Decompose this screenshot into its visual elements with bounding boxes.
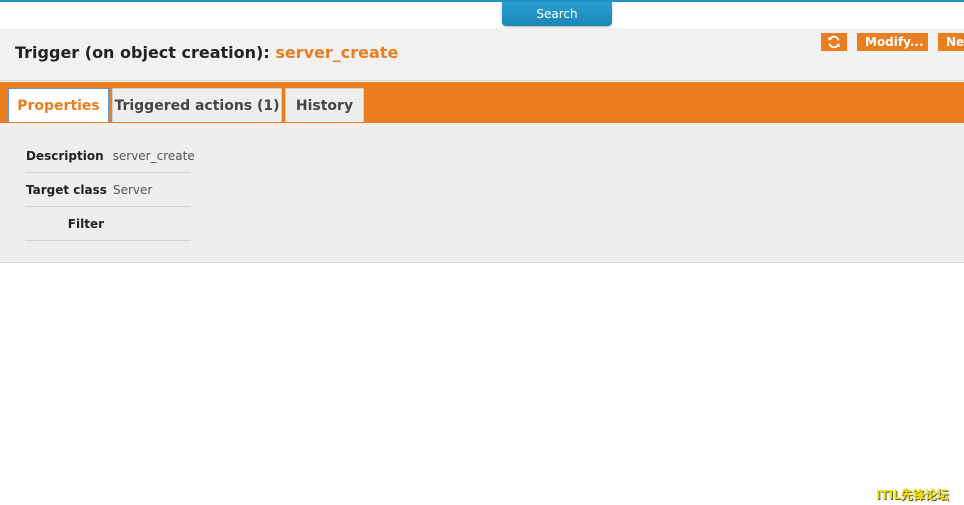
- property-row-filter: Filter: [26, 207, 190, 241]
- search-tab[interactable]: Search: [502, 2, 612, 26]
- property-value: Server: [113, 182, 153, 197]
- property-value: server_create: [112, 148, 195, 163]
- details-panel: Properties Triggered actions (1) History…: [0, 82, 964, 263]
- tab-properties[interactable]: Properties: [8, 88, 109, 122]
- property-row-description: Description server_create: [26, 139, 195, 173]
- properties-list: Description server_create Target class S…: [26, 139, 195, 241]
- new-button[interactable]: Ne: [938, 33, 964, 51]
- tab-triggered-actions[interactable]: Triggered actions (1): [112, 88, 282, 122]
- object-name: server_create: [275, 43, 399, 62]
- top-accent-line: [0, 0, 964, 2]
- tab-history[interactable]: History: [285, 88, 364, 122]
- watermark: ITIL先锋论坛: [876, 488, 949, 502]
- refresh-icon: [828, 35, 840, 49]
- modify-button[interactable]: Modify...: [857, 33, 928, 51]
- page-title-prefix: Trigger (on object creation):: [15, 43, 270, 62]
- property-label: Filter: [67, 216, 104, 231]
- property-label: Target class: [26, 182, 107, 197]
- refresh-button[interactable]: [821, 33, 847, 51]
- header-bar: Trigger (on object creation): server_cre…: [0, 28, 964, 81]
- page-title: Trigger (on object creation): server_cre…: [15, 43, 398, 62]
- property-label: Description: [26, 148, 104, 163]
- tab-bar: Properties Triggered actions (1) History: [0, 82, 964, 123]
- property-row-target-class: Target class Server: [26, 173, 190, 207]
